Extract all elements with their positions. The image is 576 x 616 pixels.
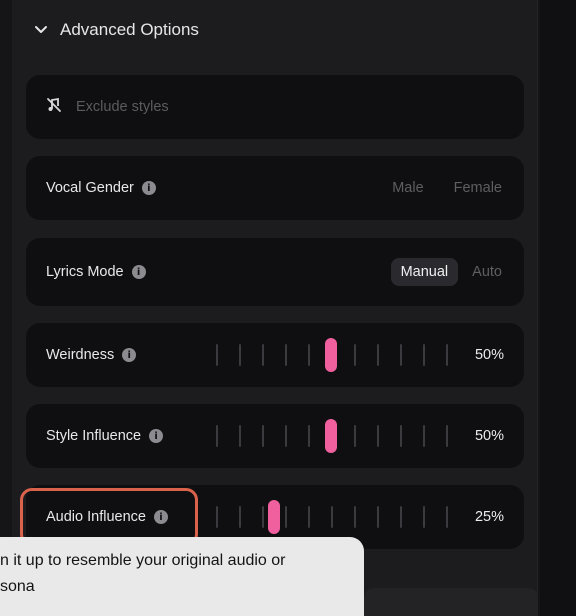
slider-tick [377, 425, 379, 447]
info-icon[interactable]: i [141, 181, 156, 195]
lyrics-mode-row: Lyrics Mode i Manual Auto [26, 238, 524, 306]
audio-influence-value: 25% [474, 509, 504, 525]
vocal-gender-male-option[interactable]: Male [384, 174, 431, 202]
slider-tick [354, 344, 356, 366]
bottom-card [364, 588, 538, 616]
slider-tick [423, 344, 425, 366]
lyrics-mode-label: Lyrics Mode [46, 264, 124, 280]
slider-tick [262, 344, 264, 366]
slider-thumb[interactable] [325, 338, 337, 372]
style-influence-label: Style Influence [46, 428, 142, 444]
slider-tick [216, 506, 218, 528]
slider-tick [446, 506, 448, 528]
slider-tick [308, 425, 310, 447]
music-off-icon [46, 97, 62, 117]
slider-tick [446, 425, 448, 447]
slider-tick [377, 506, 379, 528]
slider-tick [216, 425, 218, 447]
lyrics-mode-manual-option[interactable]: Manual [390, 258, 459, 286]
slider-tick [308, 506, 310, 528]
slider-tick [331, 506, 333, 528]
slider-tick [262, 425, 264, 447]
slider-tick [285, 425, 287, 447]
exclude-styles-field[interactable]: Exclude styles [26, 75, 524, 139]
info-icon[interactable]: i [122, 348, 137, 362]
info-icon[interactable]: i [149, 429, 164, 443]
exclude-styles-placeholder: Exclude styles [76, 99, 169, 115]
slider-tick [400, 425, 402, 447]
vocal-gender-female-option[interactable]: Female [446, 174, 504, 202]
tooltip-line-1: n it up to resemble your original audio … [0, 552, 286, 569]
tooltip: n it up to resemble your original audio … [0, 537, 364, 616]
slider-tick [239, 344, 241, 366]
slider-thumb[interactable] [267, 500, 280, 534]
slider-tick [285, 506, 287, 528]
slider-tick [377, 344, 379, 366]
slider-tick [446, 344, 448, 366]
slider-tick [239, 506, 241, 528]
slider-tick [400, 344, 402, 366]
vocal-gender-label: Vocal Gender [46, 180, 134, 196]
style-influence-row: Style Influence i 50% [26, 404, 524, 468]
lyrics-mode-auto-option[interactable]: Auto [464, 258, 504, 286]
style-influence-value: 50% [474, 428, 504, 444]
vocal-gender-row: Vocal Gender i Male Female [26, 156, 524, 220]
slider-tick [423, 425, 425, 447]
advanced-options-toggle[interactable]: Advanced Options [34, 16, 199, 44]
side-strip [540, 0, 576, 616]
slider-tick [308, 344, 310, 366]
weirdness-slider[interactable] [212, 338, 452, 372]
info-icon[interactable]: i [131, 265, 146, 279]
slider-tick [285, 344, 287, 366]
weirdness-row: Weirdness i 50% [26, 323, 524, 387]
weirdness-value: 50% [474, 347, 504, 363]
slider-tick [423, 506, 425, 528]
chevron-down-icon [34, 25, 48, 35]
style-influence-slider[interactable] [212, 419, 452, 453]
slider-tick [354, 506, 356, 528]
tooltip-line-2: sona [0, 578, 35, 595]
slider-tick [262, 506, 264, 528]
section-title: Advanced Options [60, 20, 199, 39]
slider-tick [400, 506, 402, 528]
weirdness-label: Weirdness [46, 347, 115, 363]
audio-influence-slider[interactable] [212, 500, 452, 534]
slider-tick [354, 425, 356, 447]
slider-thumb[interactable] [325, 419, 337, 453]
slider-tick [239, 425, 241, 447]
slider-tick [216, 344, 218, 366]
